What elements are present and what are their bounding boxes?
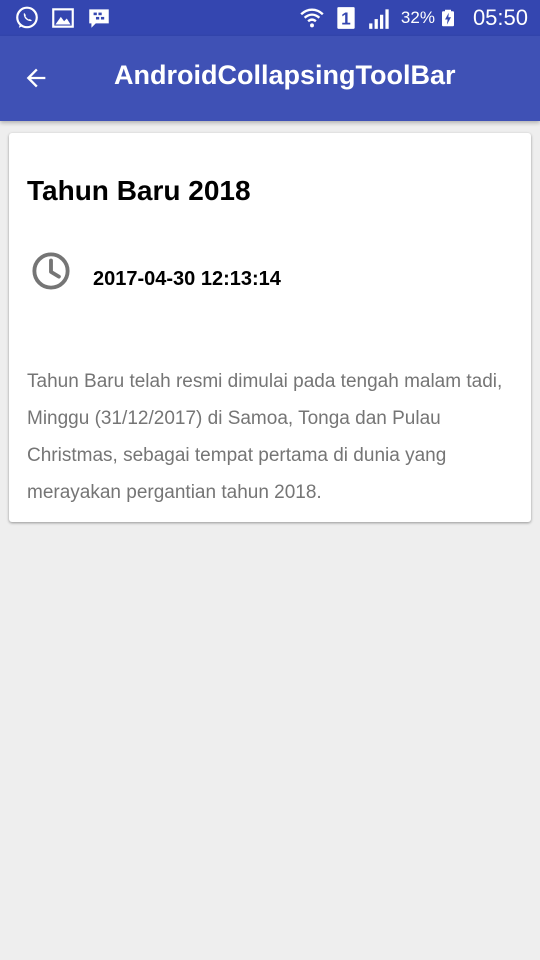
battery-charging-icon bbox=[441, 9, 454, 27]
signal-icon bbox=[369, 9, 389, 29]
bbm-icon bbox=[89, 9, 109, 28]
notification-icons bbox=[14, 5, 122, 31]
news-card[interactable]: Tahun Baru 2018 2017-04-30 12:13:14 Tahu… bbox=[9, 133, 531, 522]
back-button[interactable] bbox=[16, 58, 56, 98]
whatsapp-icon bbox=[16, 6, 38, 29]
card-body: Tahun Baru telah resmi dimulai pada teng… bbox=[27, 371, 503, 503]
gallery-icon bbox=[52, 8, 74, 28]
system-status-icons: 1 32% 05:50 bbox=[299, 4, 528, 32]
svg-text:1: 1 bbox=[341, 9, 351, 29]
status-bar: 1 32% 05:50 bbox=[0, 0, 540, 36]
app-title: AndroidCollapsingToolBar bbox=[114, 60, 456, 90]
app-bar: AndroidCollapsingToolBar bbox=[0, 36, 540, 121]
clock-icon bbox=[32, 252, 70, 290]
arrow-back-icon bbox=[26, 68, 46, 88]
wifi-icon bbox=[300, 8, 324, 28]
card-title: Tahun Baru 2018 bbox=[27, 175, 251, 206]
clock-time: 05:50 bbox=[472, 5, 528, 30]
sim-1-icon: 1 bbox=[337, 7, 355, 29]
battery-percent: 32% bbox=[400, 8, 435, 27]
date-time: 2017-04-30 12:13:14 bbox=[93, 268, 281, 290]
